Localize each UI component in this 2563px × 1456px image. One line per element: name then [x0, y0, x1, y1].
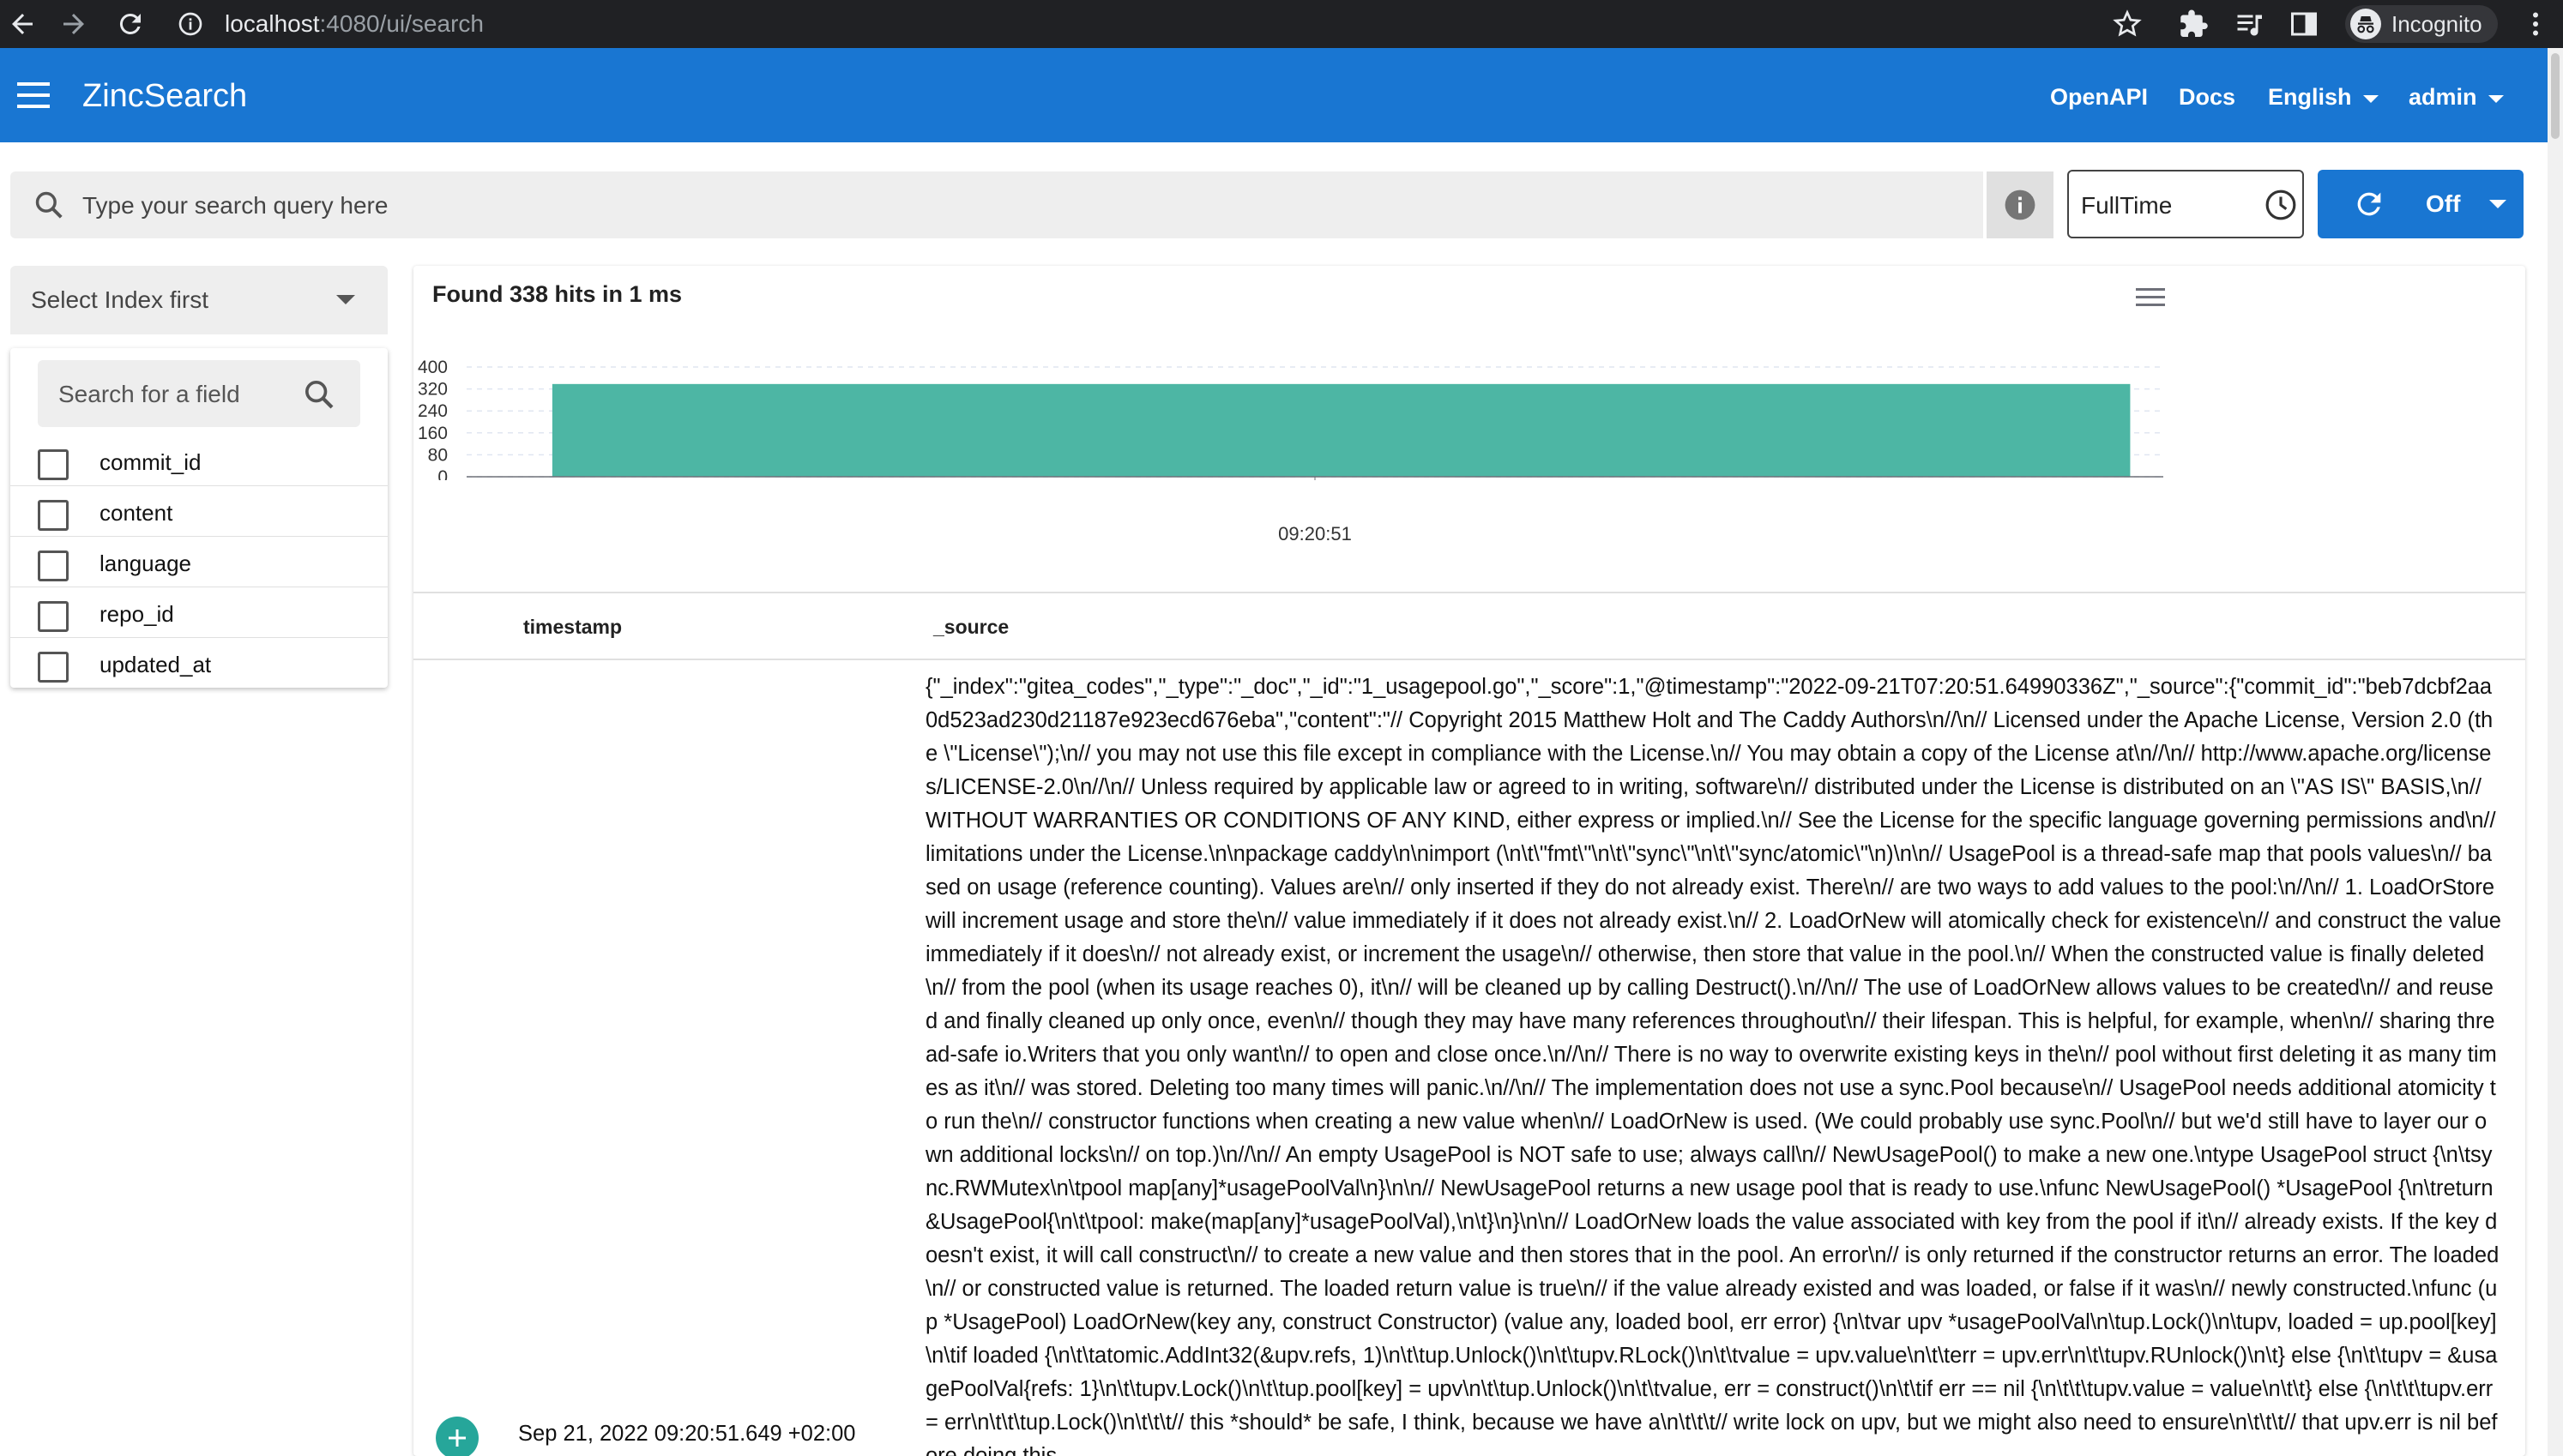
field-checkbox[interactable]: [38, 601, 69, 632]
chevron-down-icon: [2363, 94, 2379, 103]
refresh-interval-label: Off: [2426, 190, 2461, 217]
field-search-placeholder: Search for a field: [58, 381, 240, 407]
field-checkbox[interactable]: [38, 449, 69, 480]
address-bar[interactable]: localhost:4080/ui/search: [225, 7, 484, 41]
hamburger-menu-icon[interactable]: [17, 82, 50, 108]
field-checkbox[interactable]: [38, 551, 69, 581]
results-table-header: timestamp _source: [413, 592, 2525, 660]
column-header-timestamp[interactable]: timestamp: [523, 616, 622, 639]
search-icon: [305, 381, 334, 409]
side-panel-icon[interactable]: [2289, 9, 2319, 39]
index-select[interactable]: Select Index first: [10, 266, 388, 334]
y-tick-label: 80: [428, 445, 448, 465]
incognito-icon: [2350, 9, 2381, 39]
profile-label: Incognito: [2391, 11, 2482, 37]
app-header: ZincSearch OpenAPI Docs English admin: [0, 48, 2548, 142]
histogram-bar[interactable]: [552, 383, 2131, 477]
field-item-commit-id[interactable]: commit_id: [10, 436, 388, 486]
info-icon: [2005, 190, 2035, 220]
field-checkbox[interactable]: [38, 500, 69, 531]
reload-icon[interactable]: [115, 9, 146, 39]
field-name: commit_id: [100, 449, 202, 475]
field-item-updated-at[interactable]: updated_at: [10, 638, 388, 689]
field-name: repo_id: [100, 601, 174, 627]
field-checkbox[interactable]: [38, 652, 69, 683]
back-icon[interactable]: [7, 9, 38, 39]
time-range-button[interactable]: FullTime: [2067, 170, 2304, 238]
search-placeholder: Type your search query here: [82, 192, 389, 219]
query-help-button[interactable]: [1987, 171, 2053, 238]
search-icon: [35, 191, 63, 219]
forward-icon[interactable]: [58, 9, 89, 39]
user-label: admin: [2409, 84, 2477, 110]
chevron-down-icon: [2488, 94, 2505, 103]
browser-toolbar: localhost:4080/ui/search Incognito: [0, 0, 2563, 48]
field-item-language[interactable]: language: [10, 537, 388, 587]
y-tick-label: 400: [418, 358, 448, 377]
field-list-panel: Search for a field commit_id content lan…: [10, 348, 388, 688]
y-tick-label: 320: [418, 380, 448, 400]
hits-summary: Found 338 hits in 1 ms: [432, 281, 683, 307]
chevron-down-icon[interactable]: [2489, 199, 2506, 209]
y-tick-label: 240: [418, 401, 448, 421]
histogram-chart: 400 320240 160 80 0: [418, 358, 2163, 480]
field-item-repo-id[interactable]: repo_id: [10, 587, 388, 638]
refresh-icon: [2357, 192, 2381, 216]
plus-icon: [449, 1429, 466, 1447]
x-tick-label: 09:20:51: [1278, 523, 1352, 544]
field-name: content: [100, 500, 173, 526]
url-host: localhost: [225, 10, 320, 37]
language-label: English: [2268, 84, 2352, 110]
user-menu[interactable]: admin: [2409, 84, 2505, 110]
reading-list-icon[interactable]: [2234, 9, 2264, 39]
scrollbar-thumb[interactable]: [2551, 53, 2560, 139]
field-search-input[interactable]: Search for a field: [38, 360, 360, 427]
results-card: Found 338 hits in 1 ms 400 320 240 160 80 0 t…: [413, 266, 2525, 1456]
extensions-icon[interactable]: [2179, 9, 2210, 39]
language-menu[interactable]: English: [2268, 84, 2379, 110]
source-json-cell: {"_index":"gitea_codes","_type":"_doc","…: [926, 675, 2501, 1456]
index-select-label: Select Index first: [31, 286, 208, 313]
y-tick-label: 0: [437, 467, 448, 480]
expand-row-button[interactable]: [436, 1417, 479, 1456]
dropdown-arrow-icon: [336, 295, 355, 304]
row-timestamp: Sep 21, 2022 09:20:51.649 +02:00: [518, 1422, 856, 1446]
clock-icon: [2265, 190, 2296, 220]
time-range-label: FullTime: [2081, 192, 2173, 219]
app-title: ZincSearch: [82, 78, 248, 114]
bookmark-star-icon[interactable]: [2112, 9, 2143, 39]
incognito-profile-button[interactable]: Incognito: [2345, 5, 2498, 43]
auto-refresh-button[interactable]: Off: [2318, 170, 2524, 238]
field-name: language: [100, 551, 191, 576]
field-name: updated_at: [100, 652, 212, 677]
chart-menu-icon[interactable]: [2136, 286, 2165, 309]
column-header-source[interactable]: _source: [933, 616, 1009, 639]
docs-link[interactable]: Docs: [2179, 84, 2235, 110]
url-path: :4080/ui/search: [319, 10, 484, 37]
field-item-content[interactable]: content: [10, 486, 388, 537]
openapi-link[interactable]: OpenAPI: [2050, 84, 2148, 110]
search-input[interactable]: Type your search query here: [10, 171, 1983, 238]
page-scrollbar[interactable]: [2548, 48, 2563, 1456]
browser-menu-icon[interactable]: [2525, 9, 2546, 39]
y-tick-label: 160: [418, 424, 448, 443]
site-info-icon[interactable]: [177, 10, 204, 38]
